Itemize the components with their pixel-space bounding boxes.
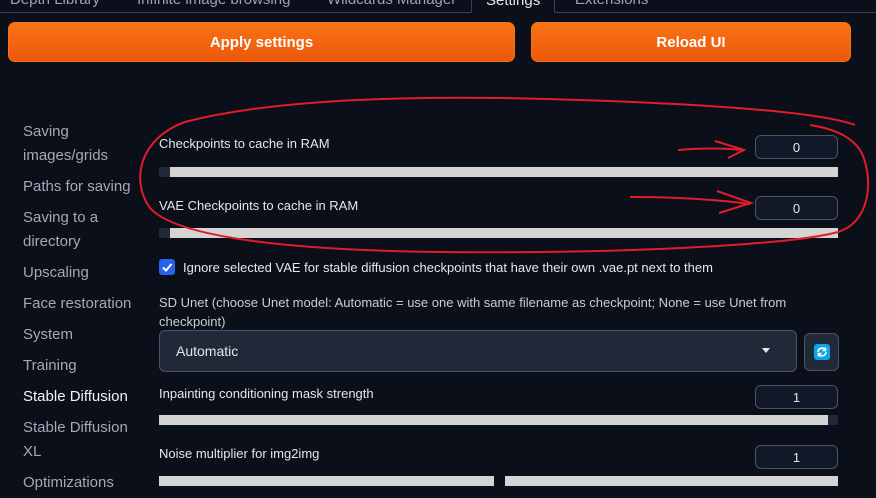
apply-settings-button[interactable]: Apply settings xyxy=(8,22,515,62)
noise-multiplier-slider-right[interactable] xyxy=(505,476,838,486)
reload-ui-button[interactable]: Reload UI xyxy=(531,22,851,62)
sidebar-item-saving-to-directory[interactable]: Saving to a directory xyxy=(23,206,113,254)
sidebar-item-saving-images[interactable]: Saving images/grids xyxy=(23,120,123,168)
refresh-button[interactable] xyxy=(804,333,839,371)
annotation-arrow-1-head xyxy=(714,140,747,159)
slider-handle[interactable] xyxy=(159,228,170,238)
sidebar-item-upscaling[interactable]: Upscaling xyxy=(23,261,89,285)
noise-multiplier-slider-left[interactable] xyxy=(159,476,494,486)
tab-infinite-image-browsing[interactable]: Infinite image browsing xyxy=(137,0,290,8)
sidebar-item-paths-for-saving[interactable]: Paths for saving xyxy=(23,175,131,199)
vae-cache-label: VAE Checkpoints to cache in RAM xyxy=(159,198,359,213)
slider-handle[interactable] xyxy=(159,167,170,177)
sidebar-item-system[interactable]: System xyxy=(23,323,73,347)
sd-unet-label: SD Unet (choose Unet model: Automatic = … xyxy=(159,295,787,329)
sidebar-item-training[interactable]: Training xyxy=(23,354,77,378)
checkpoints-cache-input[interactable]: 0 xyxy=(755,135,838,159)
check-icon xyxy=(162,263,173,272)
sd-unet-value: Automatic xyxy=(176,343,239,359)
ignore-vae-label: Ignore selected VAE for stable diffusion… xyxy=(183,260,713,275)
inpainting-mask-slider[interactable] xyxy=(159,415,828,425)
vae-cache-input[interactable]: 0 xyxy=(755,196,838,220)
inpainting-mask-label: Inpainting conditioning mask strength xyxy=(159,386,374,401)
sidebar-item-stable-diffusion[interactable]: Stable Diffusion xyxy=(23,385,128,409)
tab-wildcards-manager[interactable]: Wildcards Manager xyxy=(327,0,456,8)
slider-handle[interactable] xyxy=(828,415,838,425)
annotation-arrow-1 xyxy=(677,147,743,151)
sidebar-item-face-restoration[interactable]: Face restoration xyxy=(23,292,131,316)
refresh-icon xyxy=(813,344,830,360)
vae-cache-slider[interactable] xyxy=(159,228,838,238)
annotation-arrow-2-head xyxy=(716,190,755,214)
noise-multiplier-input[interactable]: 1 xyxy=(755,445,838,469)
sidebar-item-optimizations[interactable]: Optimizations xyxy=(23,471,114,495)
noise-multiplier-label: Noise multiplier for img2img xyxy=(159,446,320,461)
sidebar-item-stable-diffusion-xl[interactable]: Stable Diffusion XL xyxy=(23,416,133,464)
chevron-down-icon xyxy=(762,348,770,353)
tab-depth-library[interactable]: Depth Library xyxy=(10,0,100,8)
inpainting-mask-input[interactable]: 1 xyxy=(755,385,838,409)
ignore-vae-checkbox[interactable] xyxy=(159,259,175,275)
checkpoints-cache-slider[interactable] xyxy=(159,167,838,177)
sd-unet-dropdown[interactable]: Automatic xyxy=(159,330,797,372)
annotation-arrow-2 xyxy=(629,196,751,205)
tab-bar: Depth Library Infinite image browsing Wi… xyxy=(0,0,876,13)
tab-extensions[interactable]: Extensions xyxy=(575,0,648,8)
tab-settings[interactable]: Settings xyxy=(471,0,556,13)
checkpoints-cache-label: Checkpoints to cache in RAM xyxy=(159,136,330,151)
